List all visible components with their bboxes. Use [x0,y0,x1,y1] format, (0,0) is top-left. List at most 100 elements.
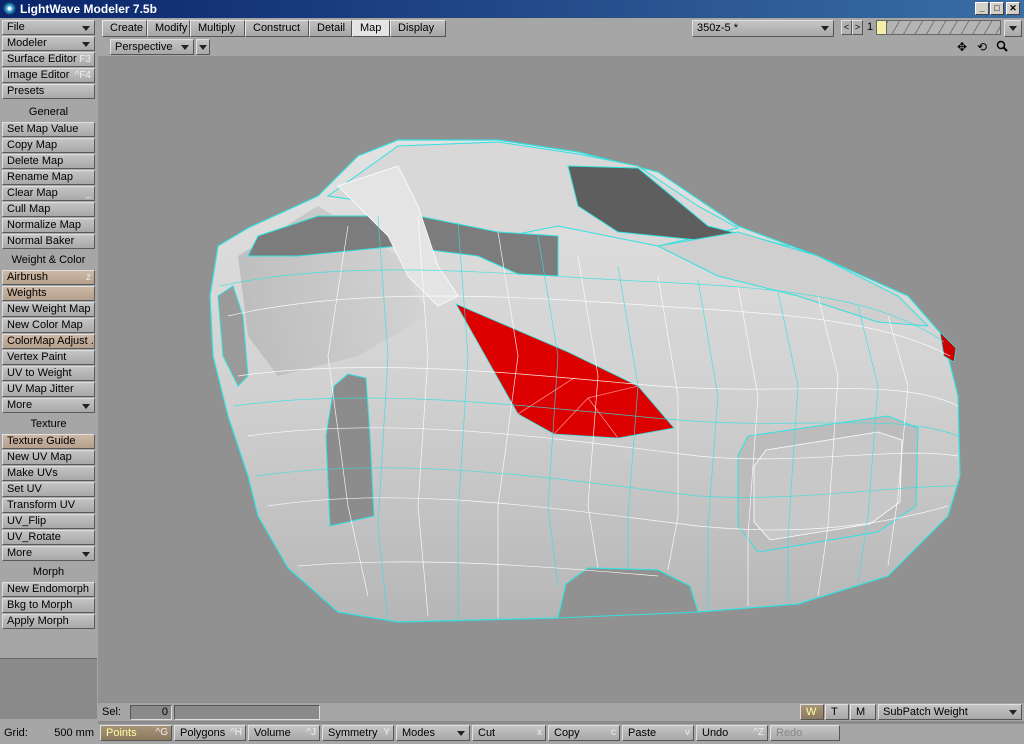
car-model-mesh [209,139,961,623]
cull-map-button[interactable]: Cull Map [2,202,95,217]
perspective-viewport[interactable] [98,56,1024,702]
selection-label: Sel: [102,706,121,718]
button-label: ColorMap Adjust ... [7,335,95,347]
new-weight-map-button[interactable]: New Weight Map [2,302,95,317]
layer-menu-button[interactable] [1004,20,1022,37]
vertex-paint-button[interactable]: Vertex Paint [2,350,95,365]
texture-guide-button[interactable]: Texture Guide [2,434,95,449]
tab-map[interactable]: Map [352,20,390,37]
weight-map-toggle[interactable]: W [800,704,824,720]
undo-button[interactable]: Undo ^Z [696,725,768,741]
rename-map-button[interactable]: Rename Map [2,170,95,185]
tab-display[interactable]: Display [390,20,446,37]
transform-uv-button[interactable]: Transform UV [2,498,95,513]
move-icon[interactable]: ✥ [954,40,970,54]
maximize-button[interactable]: □ [990,2,1004,15]
copy-button[interactable]: Copy c [548,725,620,741]
volume-button[interactable]: Volume ^J [248,725,320,741]
zoom-icon[interactable] [994,40,1010,54]
button-label: Polygons [180,727,226,739]
presets-button[interactable]: Presets [2,84,95,99]
button-label: More [7,399,33,411]
rotate-icon[interactable]: ⟲ [974,40,990,54]
tab-multiply[interactable]: Multiply [190,20,245,37]
image-editor-button[interactable]: Image Editor ^F4 [2,68,95,83]
selection-count-field: 0 [130,705,172,720]
vertex-map-select[interactable]: SubPatch Weight [878,704,1022,720]
file-button[interactable]: File [2,20,95,35]
sidebar-empty-area [0,658,97,719]
modes-button[interactable]: Modes [396,725,470,741]
polygons-button[interactable]: Polygons ^H [174,725,246,741]
modeler-button[interactable]: Modeler [2,36,95,51]
shortcut-label: _ [85,188,91,199]
button-label: UV Map Jitter [7,383,74,395]
chevron-down-icon [82,552,90,557]
layer-object-select[interactable]: 350z-5 * [692,20,834,37]
button-label: Weights [7,287,47,299]
symmetry-button[interactable]: Symmetry Y [322,725,394,741]
make-uvs-button[interactable]: Make UVs [2,466,95,481]
general-section-header: General [28,106,69,118]
uv-flip-button[interactable]: UV_Flip [2,514,95,529]
tab-modify[interactable]: Modify [147,20,190,37]
button-label: Apply Morph [7,615,69,627]
prev-layer-button[interactable]: < [841,20,852,35]
set-map-value-button[interactable]: Set Map Value [2,122,95,137]
colormap-adjust-button[interactable]: ColorMap Adjust ... [2,334,95,349]
chevron-down-icon [821,26,829,31]
title-bar: LightWave Modeler 7.5b _ □ ✕ [0,0,1024,18]
new-uv-map-button[interactable]: New UV Map [2,450,95,465]
button-label: Modeler [7,37,47,49]
uv-to-weight-button[interactable]: UV to Weight [2,366,95,381]
uv-map-jitter-button[interactable]: UV Map Jitter [2,382,95,397]
more-button[interactable]: More [2,398,95,413]
texture-map-toggle[interactable]: T [825,704,849,720]
new-color-map-button[interactable]: New Color Map [2,318,95,333]
shortcut-label: v [685,727,690,738]
button-label: Set UV [7,483,42,495]
paste-button[interactable]: Paste v [622,725,694,741]
set-uv-button[interactable]: Set UV [2,482,95,497]
minimize-button[interactable]: _ [975,2,989,15]
clear-map-button[interactable]: Clear Map _ [2,186,95,201]
tab-detail[interactable]: Detail [309,20,352,37]
normal-baker-button[interactable]: Normal Baker [2,234,95,249]
points-button[interactable]: Points ^G [100,725,172,741]
uv-rotate-button[interactable]: UV_Rotate [2,530,95,545]
bkg-to-morph-button[interactable]: Bkg to Morph [2,598,95,613]
new-endomorph-button[interactable]: New Endomorph [2,582,95,597]
airbrush-button[interactable]: Airbrush z [2,270,95,285]
cut-button[interactable]: Cut x [472,725,546,741]
tab-create[interactable]: Create [102,20,147,37]
view-type-select[interactable]: Perspective [110,39,194,55]
button-label: Paste [628,727,657,739]
redo-button[interactable]: Redo [770,725,840,741]
button-label: Presets [7,85,45,97]
weights-button[interactable]: Weights [2,286,95,301]
chevron-down-icon [181,45,189,50]
button-label: Make UVs [7,467,58,479]
button-label: Cut [478,727,496,739]
next-layer-button[interactable]: > [852,20,863,35]
vertex-map-value: SubPatch Weight [883,706,968,718]
button-label: New UV Map [7,451,72,463]
shortcut-label: c [611,727,616,738]
delete-map-button[interactable]: Delete Map [2,154,95,169]
more-button[interactable]: More [2,546,95,561]
lightwave-app-icon[interactable] [3,2,16,15]
button-label: Cull Map [7,203,51,215]
copy-map-button[interactable]: Copy Map [2,138,95,153]
render-mode-select[interactable] [196,39,210,55]
surface-editor-button[interactable]: Surface Editor F3 [2,52,95,67]
layer-buttons[interactable] [876,20,1001,35]
button-label: Undo [702,727,729,739]
normalize-map-button[interactable]: Normalize Map [2,218,95,233]
button-label: Airbrush [7,271,48,283]
weight-color-section-header: Weight & Color [11,254,86,266]
close-button[interactable]: ✕ [1006,2,1020,15]
tab-construct[interactable]: Construct [245,20,309,37]
apply-morph-button[interactable]: Apply Morph [2,614,95,629]
layer-1-button[interactable] [876,20,887,35]
morph-map-toggle[interactable]: M [850,704,876,720]
